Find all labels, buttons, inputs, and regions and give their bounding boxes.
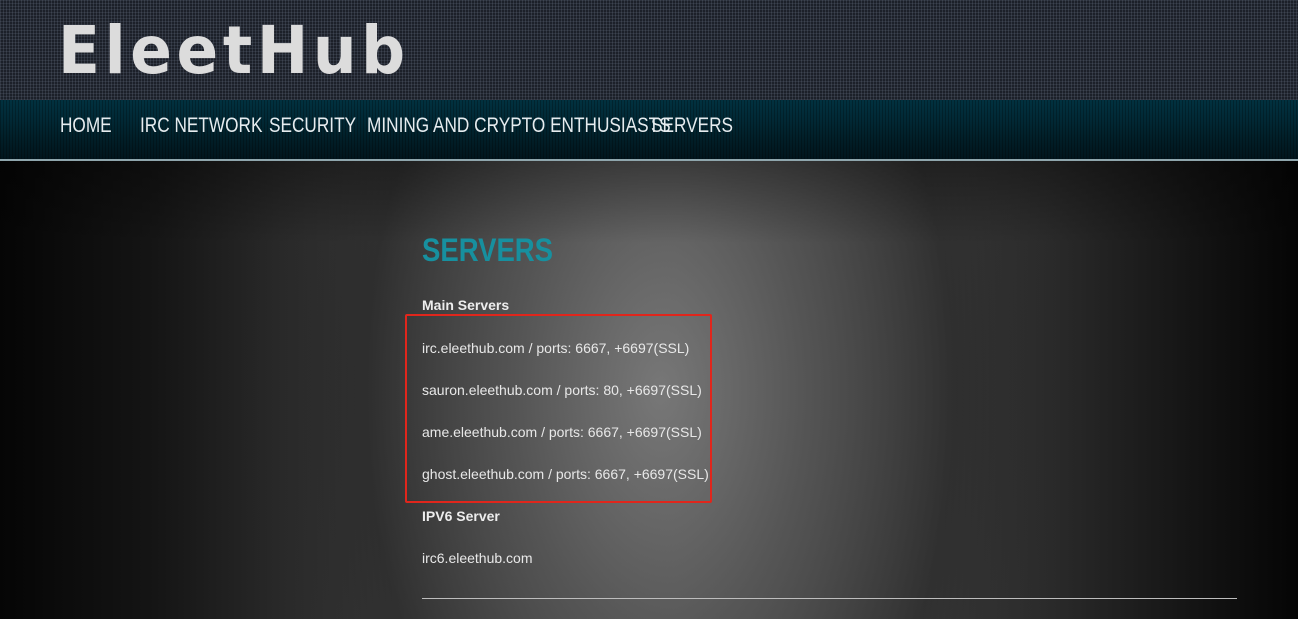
highlight-annotation-box	[405, 314, 712, 503]
page-title: SERVERS	[422, 232, 554, 268]
content-divider	[422, 598, 1237, 599]
nav-item-mining-crypto[interactable]: MINING AND CRYPTO ENTHUSIASTS	[367, 114, 671, 138]
nav-item-home[interactable]: HOME	[60, 114, 112, 138]
nav-item-security[interactable]: SECURITY	[269, 114, 356, 138]
ipv6-server-heading: IPV6 Server	[422, 508, 500, 524]
nav-item-irc-network[interactable]: IRC NETWORK	[140, 114, 262, 138]
site-logo[interactable]: EleetHub	[58, 8, 410, 94]
site-header: EleetHub	[0, 0, 1298, 100]
nav-item-servers[interactable]: SERVERS	[651, 114, 733, 138]
ipv6-server-item: irc6.eleethub.com	[422, 550, 533, 566]
main-servers-heading: Main Servers	[422, 297, 510, 313]
